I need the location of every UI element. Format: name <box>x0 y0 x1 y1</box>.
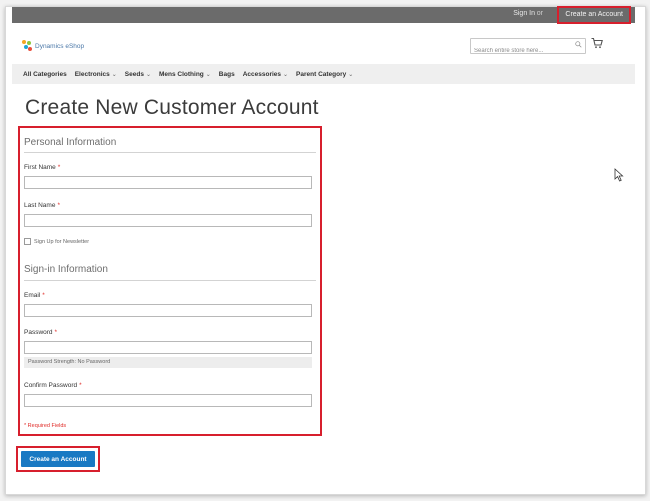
required-asterisk: * <box>57 164 61 171</box>
chevron-down-icon: ⌄ <box>145 71 151 78</box>
confirm-password-label: Confirm Password * <box>24 382 82 389</box>
create-account-link[interactable]: Create an Account <box>557 6 631 24</box>
nav-item-seeds[interactable]: Seeds ⌄ <box>125 71 151 78</box>
required-asterisk: * <box>42 292 45 299</box>
password-strength-meter: Password Strength: No Password <box>24 357 312 368</box>
section-divider <box>24 280 316 281</box>
logo-mark-icon <box>22 40 32 52</box>
nav-item-label: Seeds <box>124 70 144 78</box>
nav-item-mens-clothing[interactable]: Mens Clothing ⌄ <box>159 71 211 78</box>
newsletter-checkbox[interactable] <box>24 238 31 245</box>
required-asterisk: * <box>79 382 82 389</box>
first-name-label-text: First Name <box>24 164 56 171</box>
chevron-down-icon: ⌄ <box>348 71 354 78</box>
section-divider <box>24 152 316 153</box>
registration-form: Personal Information First Name * Last Na… <box>18 126 322 436</box>
sign-in-link[interactable]: Sign In <box>513 10 535 17</box>
confirm-password-field[interactable] <box>24 394 312 407</box>
nav-item-label: Parent Category <box>296 70 347 78</box>
submit-highlight: Create an Account <box>16 446 100 472</box>
mouse-pointer-icon <box>614 168 624 182</box>
store-logo[interactable]: Dynamics eShop <box>22 40 84 52</box>
email-field[interactable] <box>24 304 312 317</box>
nav-item-bags[interactable]: Bags <box>219 71 235 78</box>
logo-text: Dynamics eShop <box>35 42 85 50</box>
nav-item-label: Mens Clothing <box>158 70 204 78</box>
nav-item-parent-category[interactable]: Parent Category ⌄ <box>296 71 353 78</box>
password-label: Password * <box>24 329 57 336</box>
confirm-password-label-text: Confirm Password <box>24 382 78 389</box>
required-asterisk: * <box>54 329 58 336</box>
password-field[interactable] <box>24 341 312 354</box>
create-account-button[interactable]: Create an Account <box>21 451 95 467</box>
search-input[interactable] <box>474 45 568 57</box>
newsletter-label: Sign Up for Newsletter <box>34 238 90 245</box>
newsletter-option[interactable]: Sign Up for Newsletter <box>24 238 89 245</box>
main-navigation: All Categories Electronics ⌄ Seeds ⌄ Mens … <box>12 64 635 84</box>
email-label-text: Email <box>24 292 41 299</box>
nav-item-label: All Categories <box>23 70 67 78</box>
search-box <box>470 38 586 57</box>
signin-information-legend: Sign-in Information <box>24 264 108 275</box>
nav-item-electronics[interactable]: Electronics ⌄ <box>75 71 117 78</box>
chevron-down-icon: ⌄ <box>205 71 211 78</box>
first-name-label: First Name * <box>24 164 60 171</box>
required-fields-note: * Required Fields <box>24 423 67 429</box>
nav-item-label: Accessories <box>242 70 282 78</box>
first-name-field[interactable] <box>24 176 312 189</box>
personal-information-legend: Personal Information <box>24 137 117 148</box>
last-name-label: Last Name * <box>24 202 60 209</box>
chevron-down-icon: ⌄ <box>111 71 117 78</box>
page-title: Create New Customer Account <box>25 96 319 119</box>
top-header-bar: Sign In or Create an Account <box>12 6 635 24</box>
email-label: Email * <box>24 292 45 299</box>
cart-icon[interactable] <box>591 37 603 49</box>
chevron-down-icon: ⌄ <box>283 71 289 78</box>
search-icon[interactable] <box>575 41 582 48</box>
nav-item-label: Bags <box>218 70 235 78</box>
required-asterisk: * <box>57 202 60 209</box>
last-name-field[interactable] <box>24 214 312 227</box>
nav-item-all-categories[interactable]: All Categories <box>23 71 67 78</box>
password-label-text: Password <box>24 329 53 336</box>
nav-item-accessories[interactable]: Accessories ⌄ <box>243 71 288 78</box>
nav-item-label: Electronics <box>74 70 110 78</box>
or-separator: or <box>536 10 543 17</box>
last-name-label-text: Last Name <box>24 202 56 209</box>
